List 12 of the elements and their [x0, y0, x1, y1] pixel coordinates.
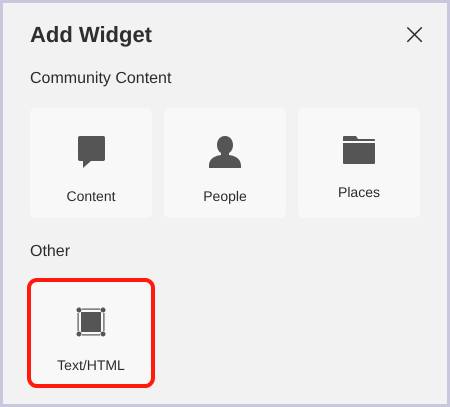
- person-icon: [209, 136, 241, 168]
- speech-bubble-icon: [78, 136, 104, 168]
- widget-tile[interactable]: Places: [298, 108, 420, 218]
- dialog-title: Add Widget: [30, 22, 152, 48]
- section-heading: Community Content: [30, 69, 172, 89]
- widget-tile[interactable]: Content: [30, 108, 152, 218]
- widget-tile[interactable]: Text/HTML: [27, 278, 155, 388]
- widget-tile[interactable]: People: [164, 108, 286, 218]
- selection-frame-icon: [76, 307, 106, 337]
- section-heading: Other: [30, 242, 72, 262]
- folder-icon: [343, 136, 375, 164]
- close-button[interactable]: ×: [402, 24, 424, 46]
